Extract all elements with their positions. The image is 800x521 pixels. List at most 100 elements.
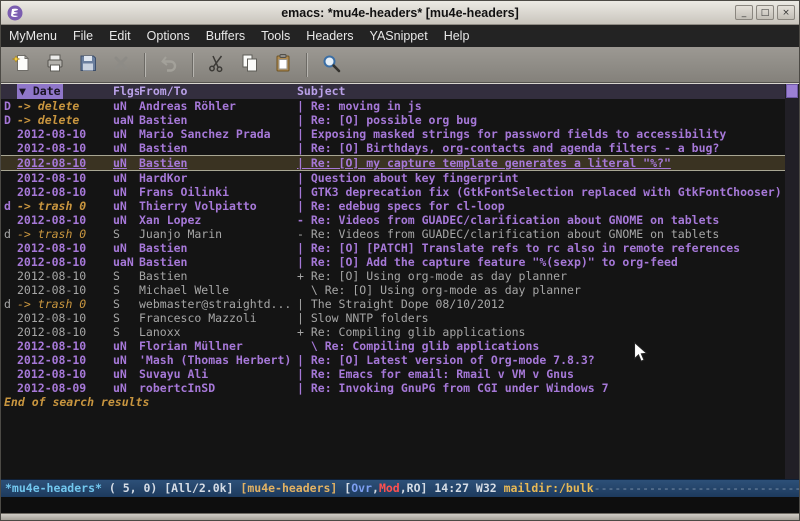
message-date: 2012-08-10	[17, 185, 113, 199]
buffer-content: ▼ Date Flgs From/To Subject D-> deleteuN…	[1, 83, 799, 479]
message-subject: | Re: [O] Latest version of Org-mode 7.8…	[297, 353, 799, 367]
emacs-icon	[7, 5, 23, 21]
message-from: 'Mash (Thomas Herbert)	[139, 353, 297, 367]
message-row[interactable]: D-> deleteuaNBastien| Re: [O] possible o…	[1, 113, 799, 127]
modeline-segment-plain: ,	[400, 481, 407, 495]
message-row[interactable]: D-> deleteuNAndreas Röhler| Re: moving i…	[1, 99, 799, 113]
message-row[interactable]: d-> trash 0SJuanjo Marin- Re: Videos fro…	[1, 227, 799, 241]
modeline-segment-folder: maildir:/bulk	[504, 481, 594, 495]
message-flags: uN	[113, 199, 139, 213]
message-mark: D	[4, 99, 17, 113]
menu-item-options[interactable]: Options	[139, 25, 198, 47]
undo-button[interactable]	[154, 51, 184, 79]
message-from: Bastien	[139, 241, 297, 255]
menu-item-headers[interactable]: Headers	[298, 25, 361, 47]
message-date: -> trash 0	[17, 199, 113, 213]
maximize-button[interactable]: □	[756, 5, 774, 20]
message-from: webmaster@straightd...	[139, 297, 297, 311]
save-button[interactable]	[73, 51, 103, 79]
message-row-current[interactable]: 2012-08-10uNBastien| Re: [O] my capture …	[1, 155, 799, 171]
print-button[interactable]	[40, 51, 70, 79]
title-bar[interactable]: emacs: *mu4e-headers* [mu4e-headers] _ □…	[1, 1, 799, 25]
message-row[interactable]: d-> trash 0uNThierry Volpiatto| Re: edeb…	[1, 199, 799, 213]
message-row[interactable]: 2012-08-10uNBastien| Re: [O] Birthdays, …	[1, 141, 799, 155]
message-mark	[4, 241, 17, 255]
paste-button[interactable]	[268, 51, 298, 79]
message-date: 2012-08-10	[17, 141, 113, 155]
message-mark	[4, 325, 17, 339]
message-row[interactable]: 2012-08-10uNHardKor| Question about key …	[1, 171, 799, 185]
message-row[interactable]: 2012-08-10uNFlorian Müllner \ Re: Compil…	[1, 339, 799, 353]
message-mark: d	[4, 227, 17, 241]
header-from-column[interactable]: From/To	[139, 84, 297, 99]
header-flags-column[interactable]: Flgs	[113, 84, 139, 99]
message-row[interactable]: 2012-08-10uaNBastien| Re: [O] Add the ca…	[1, 255, 799, 269]
menu-item-tools[interactable]: Tools	[253, 25, 298, 47]
message-row[interactable]: 2012-08-10SFrancesco Mazzoli| Slow NNTP …	[1, 311, 799, 325]
sort-date-indicator[interactable]: ▼ Date	[17, 84, 63, 99]
message-row[interactable]: d-> trash 0Swebmaster@straightd...| The …	[1, 297, 799, 311]
message-row[interactable]: 2012-08-10uNXan Lopez- Re: Videos from G…	[1, 213, 799, 227]
scrollbar[interactable]	[785, 84, 799, 479]
message-mark	[4, 269, 17, 283]
message-row[interactable]: 2012-08-10uNSuvayu Ali| Re: Emacs for em…	[1, 367, 799, 381]
message-date: 2012-08-10	[17, 127, 113, 141]
menu-item-buffers[interactable]: Buffers	[198, 25, 253, 47]
menu-item-mymenu[interactable]: MyMenu	[1, 25, 65, 47]
menu-item-yasnippet[interactable]: YASnippet	[362, 25, 436, 47]
modeline-segment-plain: RO	[407, 481, 421, 495]
message-subject: | Re: edebug specs for cl-loop	[297, 199, 799, 213]
message-flags: S	[113, 325, 139, 339]
message-subject: | Re: [O] [PATCH] Translate refs to rc a…	[297, 241, 799, 255]
message-row[interactable]: 2012-08-10SLanoxx+ Re: Compiling glib ap…	[1, 325, 799, 339]
message-row[interactable]: 2012-08-10uNFrans Oilinki| GTK3 deprecat…	[1, 185, 799, 199]
message-date: 2012-08-10	[17, 269, 113, 283]
close-button[interactable]: ×	[777, 5, 795, 20]
message-flags: uN	[113, 353, 139, 367]
header-line: ▼ Date Flgs From/To Subject	[1, 84, 799, 99]
search-button[interactable]	[316, 51, 346, 79]
toolbar	[1, 47, 799, 83]
scrollbar-thumb[interactable]	[786, 84, 798, 98]
message-from: Lanoxx	[139, 325, 297, 339]
search-icon	[321, 53, 341, 76]
end-of-results: End of search results	[1, 395, 799, 409]
modeline-segment-plain: 14:27 W32	[434, 481, 503, 495]
message-from: Mario Sanchez Prada	[139, 127, 297, 141]
header-mark-column	[4, 84, 17, 99]
header-date-column[interactable]: ▼ Date	[17, 84, 113, 99]
copy-button[interactable]	[235, 51, 265, 79]
message-subject: - Re: Videos from GUADEC/clarification a…	[297, 213, 799, 227]
message-mark	[4, 255, 17, 269]
menu-item-edit[interactable]: Edit	[101, 25, 139, 47]
print-icon	[45, 53, 65, 76]
message-row[interactable]: 2012-08-10uNBastien| Re: [O] [PATCH] Tra…	[1, 241, 799, 255]
message-date: 2012-08-10	[17, 339, 113, 353]
message-from: Florian Müllner	[139, 339, 297, 353]
message-subject: \ Re: [O] Using org-mode as day planner	[297, 283, 799, 297]
message-date: 2012-08-10	[17, 311, 113, 325]
message-mark	[4, 367, 17, 381]
message-row[interactable]: 2012-08-10uNMario Sanchez Prada| Exposin…	[1, 127, 799, 141]
message-row[interactable]: 2012-08-09uNrobertcInSD| Re: Invoking Gn…	[1, 381, 799, 395]
message-subject: | Re: [O] Add the capture feature "%(sex…	[297, 255, 799, 269]
close-buffer-button[interactable]	[106, 51, 136, 79]
message-row[interactable]: 2012-08-10SBastien+ Re: [O] Using org-mo…	[1, 269, 799, 283]
mode-line: *mu4e-headers* ( 5, 0) [All/2.0k] [mu4e-…	[1, 479, 799, 497]
message-date: 2012-08-09	[17, 381, 113, 395]
minimize-button[interactable]: _	[735, 5, 753, 20]
message-row[interactable]: 2012-08-10uN'Mash (Thomas Herbert)| Re: …	[1, 353, 799, 367]
message-subject: + Re: [O] Using org-mode as day planner	[297, 269, 799, 283]
message-from: robertcInSD	[139, 381, 297, 395]
message-date: 2012-08-10	[17, 283, 113, 297]
menu-item-help[interactable]: Help	[436, 25, 478, 47]
message-subject: | Re: [O] my capture template generates …	[297, 156, 799, 170]
menu-item-file[interactable]: File	[65, 25, 101, 47]
message-flags: S	[113, 269, 139, 283]
cut-button[interactable]	[202, 51, 232, 79]
header-subject-column[interactable]: Subject	[297, 84, 799, 99]
new-file-button[interactable]	[7, 51, 37, 79]
minibuffer[interactable]	[1, 497, 799, 513]
message-row[interactable]: 2012-08-10SMichael Welle \ Re: [O] Using…	[1, 283, 799, 297]
message-flags: S	[113, 311, 139, 325]
